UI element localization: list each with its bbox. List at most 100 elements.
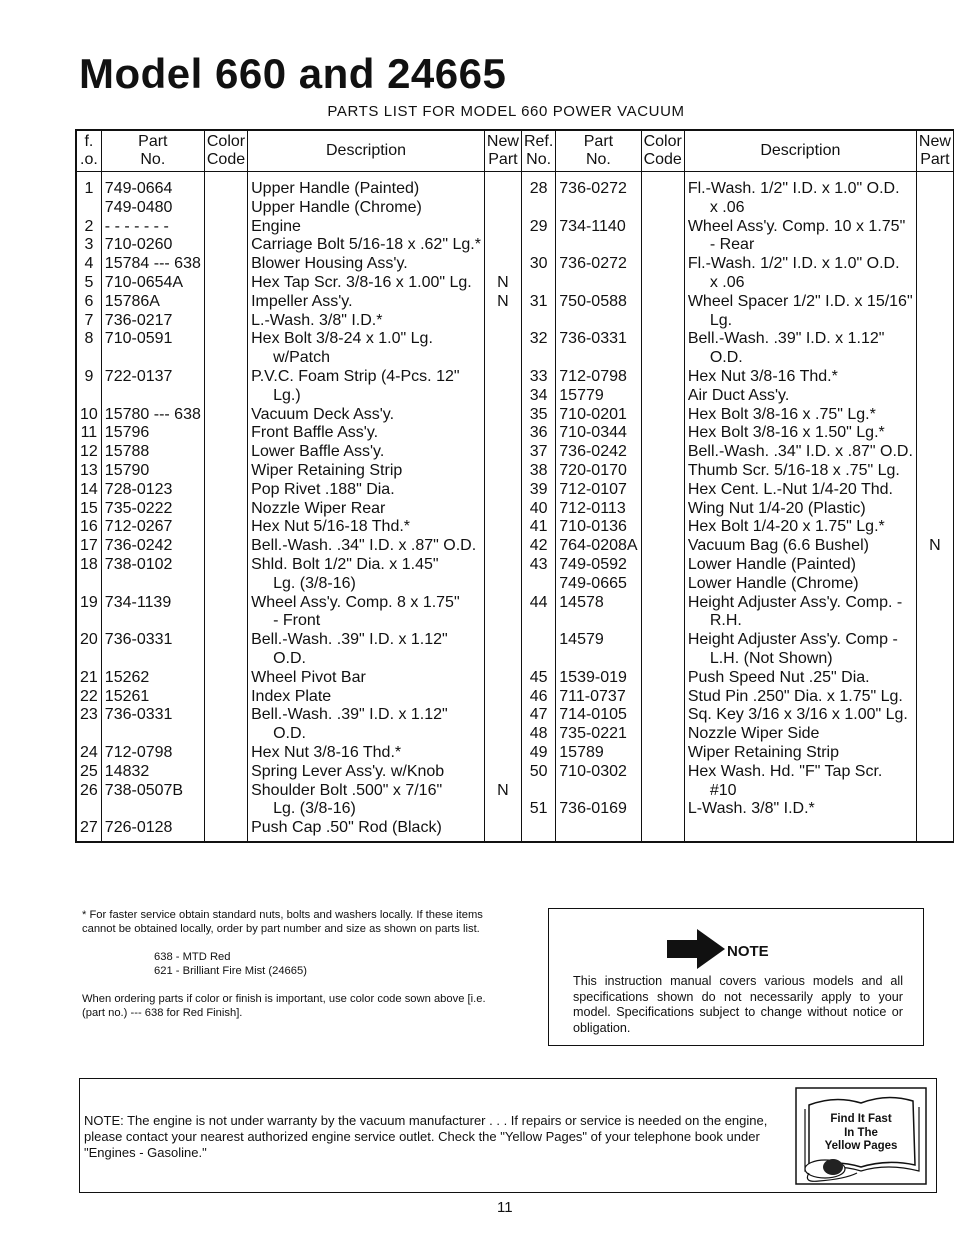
description-text: Sq. Key 3/16 x 3/16 x 1.00" Lg. xyxy=(687,706,908,724)
right-description-column: Hex Bolt 3/8-16 x .75" Lg.* xyxy=(683,405,917,425)
table-row: 749-0480 Upper Handle (Chrome) x .06 xyxy=(75,198,954,218)
description-text: - Front xyxy=(273,612,321,630)
description-text: Hex Wash. Hd. "F" Tap Scr. xyxy=(687,762,883,780)
right-color-column xyxy=(640,311,685,331)
left-part-column: 710-0591 xyxy=(100,330,205,350)
description-text: Bell.-Wash. .34" I.D. x .87" O.D. xyxy=(251,537,477,555)
right-ref-column xyxy=(520,273,557,293)
description-text: R.H. xyxy=(709,612,742,630)
left-new-part-column xyxy=(483,171,522,199)
header-description-left: Description xyxy=(247,129,485,172)
header-ref-no-left: f. .o. xyxy=(75,129,102,172)
description-text: Wheel Ass'y. Comp. 8 x 1.75" xyxy=(251,593,460,611)
right-description-column: #10 xyxy=(683,781,917,801)
right-description-column: Hex Bolt 3/8-16 x 1.50" Lg.* xyxy=(683,424,917,444)
right-new-part-column xyxy=(915,255,954,274)
left-color-column xyxy=(203,443,249,462)
left-new-part-column xyxy=(483,631,522,650)
left-color-column xyxy=(203,781,249,801)
right-new-part-column xyxy=(915,461,954,481)
left-part-column: 15796 xyxy=(100,424,205,444)
table-row: 6 15786A Impeller Ass'y. N 31 750-0588 W… xyxy=(75,292,954,312)
left-color-column xyxy=(203,574,249,594)
table-row: 7 736-0217 L.-Wash. 3/8" I.D.* Lg. xyxy=(75,311,954,331)
right-ref-column xyxy=(520,236,557,256)
right-description-column: Lower Handle (Painted) xyxy=(683,555,917,575)
right-color-column xyxy=(640,273,685,293)
left-color-column xyxy=(203,819,249,842)
left-color-column xyxy=(203,198,249,218)
left-ref-column: 21 xyxy=(75,668,102,688)
description-text: Bell.-Wash. .39" I.D. x 1.12" xyxy=(251,631,448,649)
left-description-column: Front Baffle Ass'y. xyxy=(247,424,485,444)
left-description-column: Vacuum Deck Ass'y. xyxy=(247,405,485,425)
left-ref-column: 10 xyxy=(75,405,102,425)
right-description-column: Sq. Key 3/16 x 3/16 x 1.00" Lg. xyxy=(683,706,917,726)
left-part-column: 712-0267 xyxy=(100,518,205,538)
left-description-column: Upper Handle (Painted) xyxy=(247,171,485,199)
table-row: 23 736-0331 Bell.-Wash. .39" I.D. x 1.12… xyxy=(75,706,954,726)
left-new-part-column xyxy=(483,405,522,425)
right-new-part-column xyxy=(915,593,954,613)
right-ref-column: 31 xyxy=(520,292,557,312)
table-row: - Front R.H. xyxy=(75,612,954,632)
description-text: Air Duct Ass'y. xyxy=(687,386,790,404)
color-codes-list: 638 - MTD Red 621 - Brilliant Fire Mist … xyxy=(154,950,492,978)
table-row: Lg. (3/8-16) 749-0665 Lower Handle (Chro… xyxy=(75,574,954,594)
right-part-column: 749-0592 xyxy=(555,555,642,575)
right-ref-column: 48 xyxy=(520,725,557,744)
description-text: Lg.) xyxy=(273,386,301,404)
left-description-column: Impeller Ass'y. xyxy=(247,292,485,312)
left-new-part-column xyxy=(483,687,522,707)
right-description-column: Hex Nut 3/8-16 Thd.* xyxy=(683,367,917,387)
left-ref-column: 9 xyxy=(75,367,102,387)
book-phone-icon xyxy=(795,1087,927,1189)
right-new-part-column xyxy=(915,819,954,842)
left-ref-column: 7 xyxy=(75,311,102,331)
right-color-column xyxy=(640,668,685,688)
description-text: Engine xyxy=(251,217,301,235)
left-description-column: Shoulder Bolt .500" x 7/16" xyxy=(247,781,485,801)
description-text: Wiper Retaining Strip xyxy=(687,743,839,761)
table-row: 1 749-0664 Upper Handle (Painted) 28 736… xyxy=(75,171,954,199)
left-ref-column: 20 xyxy=(75,631,102,650)
left-color-column xyxy=(203,612,249,632)
description-text: Carriage Bolt 5/16-18 x .62" Lg.* xyxy=(251,236,481,254)
right-color-column xyxy=(640,236,685,256)
right-color-column xyxy=(640,499,685,519)
right-description-column: Hex Bolt 1/4-20 x 1.75" Lg.* xyxy=(683,518,917,538)
left-color-column xyxy=(203,217,249,237)
left-new-part-column: N xyxy=(483,292,522,312)
right-part-column: 1539-019 xyxy=(555,668,642,688)
table-row: 11 15796 Front Baffle Ass'y. 36 710-0344… xyxy=(75,424,954,444)
left-part-column: 735-0222 xyxy=(100,499,205,519)
description-text: x .06 xyxy=(709,198,745,216)
right-color-column xyxy=(640,217,685,237)
left-description-column: L.-Wash. 3/8" I.D.* xyxy=(247,311,485,331)
left-part-column: 15780 --- 638 xyxy=(100,405,205,425)
right-part-column: 749-0665 xyxy=(555,574,642,594)
right-new-part-column xyxy=(915,367,954,387)
left-part-column: 736-0242 xyxy=(100,537,205,556)
table-row: 10 15780 --- 638 Vacuum Deck Ass'y. 35 7… xyxy=(75,405,954,425)
left-ref-column: 12 xyxy=(75,443,102,462)
right-new-part-column xyxy=(915,668,954,688)
left-color-column xyxy=(203,367,249,387)
left-ref-column: 3 xyxy=(75,236,102,256)
right-part-column: 710-0136 xyxy=(555,518,642,538)
left-ref-column xyxy=(75,649,102,669)
right-color-column xyxy=(640,593,685,613)
right-color-column xyxy=(640,367,685,387)
right-color-column xyxy=(640,443,685,462)
right-new-part-column xyxy=(915,273,954,293)
left-ref-column xyxy=(75,612,102,632)
right-description-column: Height Adjuster Ass'y. Comp. - xyxy=(683,593,917,613)
right-new-part-column xyxy=(915,499,954,519)
right-description-column: Fl.-Wash. 1/2" I.D. x 1.0" O.D. xyxy=(683,255,917,274)
right-color-column xyxy=(640,631,685,650)
left-description-column: Pop Rivet .188" Dia. xyxy=(247,480,485,500)
left-ref-column: 18 xyxy=(75,555,102,575)
description-text: Hex Tap Scr. 3/8-16 x 1.00" Lg. xyxy=(251,273,472,291)
right-description-column xyxy=(683,819,917,842)
right-description-column: Bell.-Wash. .34" I.D. x .87" O.D. xyxy=(683,443,917,462)
